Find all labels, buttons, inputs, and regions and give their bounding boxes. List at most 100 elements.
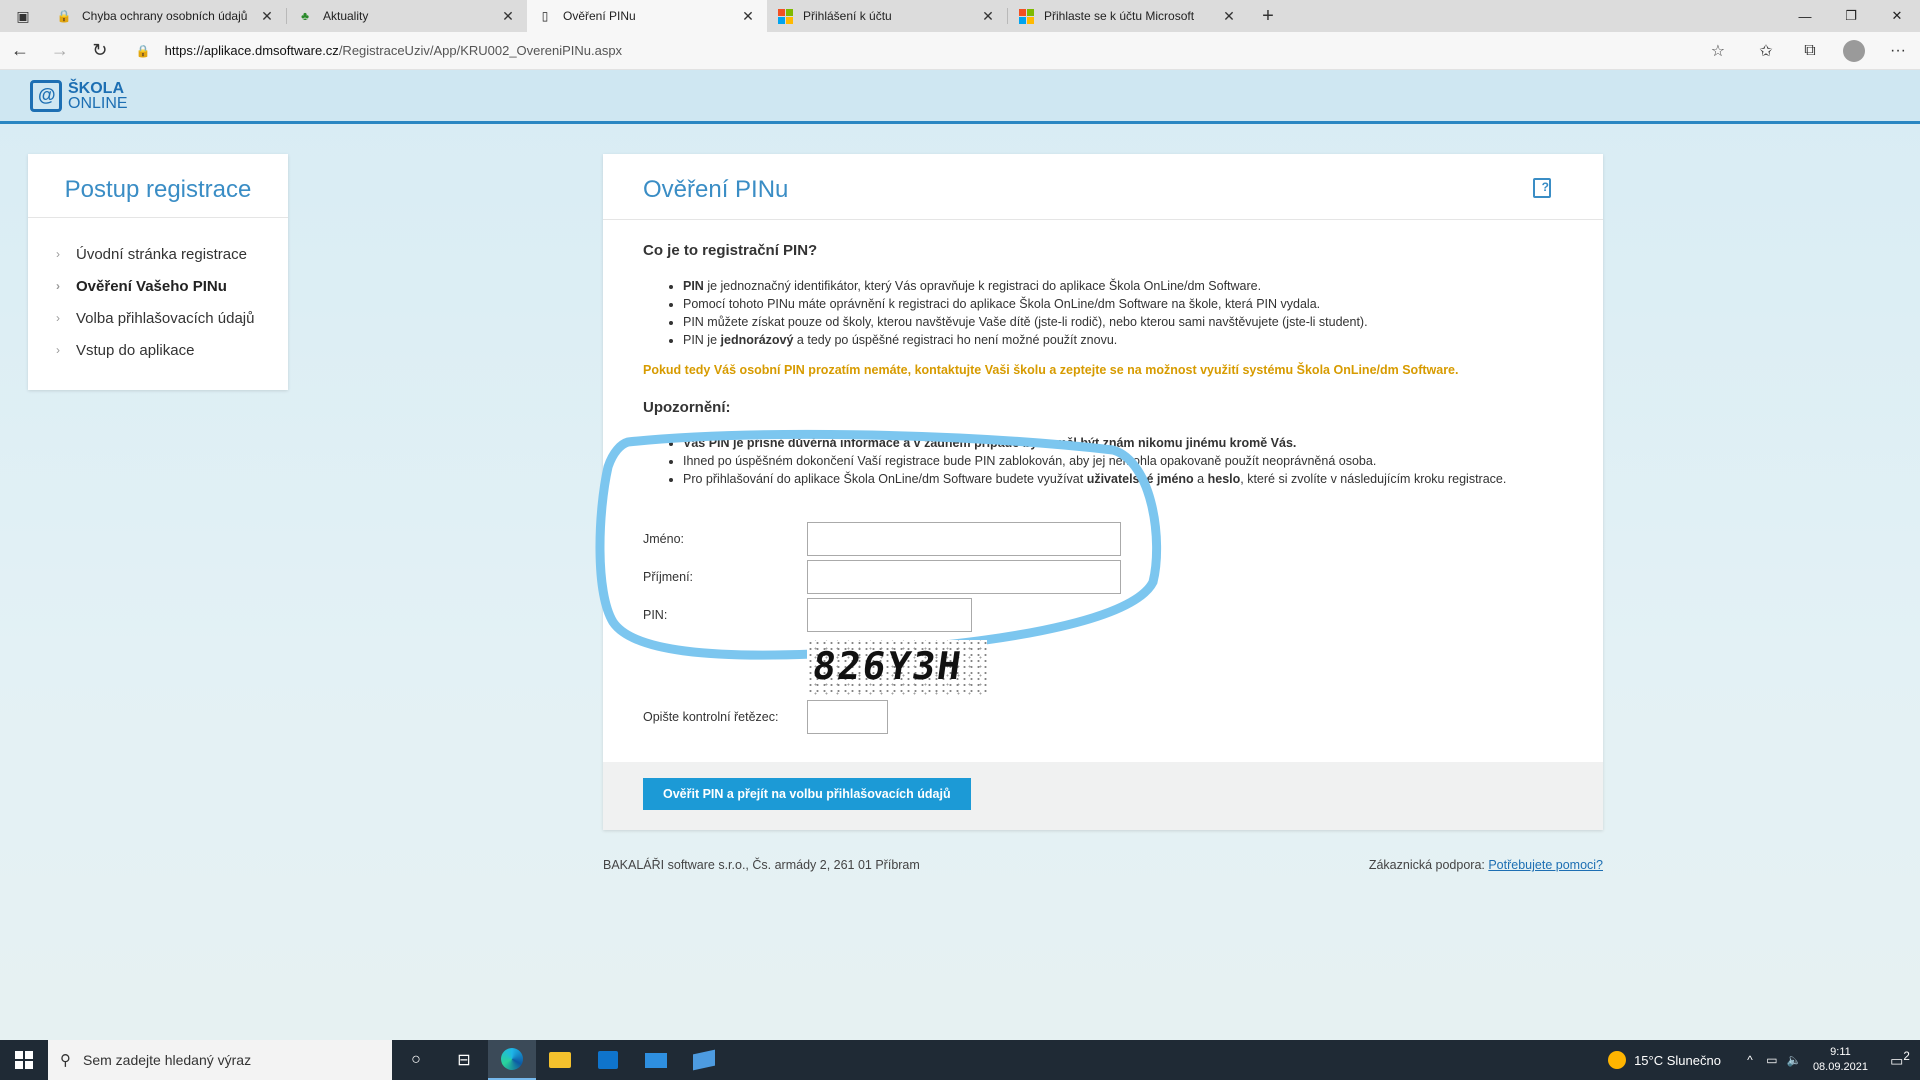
minimize-icon[interactable]: — xyxy=(1782,0,1828,32)
company-address: BAKALÁŘI software s.r.o., Čs. armády 2, … xyxy=(603,858,920,872)
task-view-icon[interactable]: ⊟ xyxy=(440,1040,488,1080)
weather-widget[interactable]: 15°C Slunečno xyxy=(1634,1053,1721,1068)
tab-prihlaseni[interactable]: Přihlášení k účtu ✕ xyxy=(767,0,1007,32)
step-intro: › Úvodní stránka registrace xyxy=(28,238,288,270)
logo-text: ŠKOLA ONLINE xyxy=(68,81,128,112)
chevron-up-icon[interactable]: ^ xyxy=(1739,1053,1761,1067)
tab-privacy-error[interactable]: 🔒 Chyba ochrany osobních údajů ✕ xyxy=(46,0,286,32)
windows-taskbar: ⚲ Sem zadejte hledaný výraz ○ ⊟ 15°C Slu… xyxy=(0,1040,1920,1080)
lock-icon[interactable]: 🔒 xyxy=(136,44,151,58)
app-icon xyxy=(693,1049,715,1071)
item-text: PIN je xyxy=(683,333,721,347)
clock-date: 08.09.2021 xyxy=(1812,1061,1868,1073)
search-icon: ⚲ xyxy=(60,1052,71,1069)
step-label: Vstup do aplikace xyxy=(76,341,195,359)
steps-list: › Úvodní stránka registrace › Ověření Vaše… xyxy=(28,218,288,366)
cortana-icon[interactable]: ○ xyxy=(392,1040,440,1080)
page-footer: BAKALÁŘI software s.r.o., Čs. armády 2, … xyxy=(603,858,1603,872)
last-name-field[interactable] xyxy=(807,560,1121,594)
chevron-right-icon: › xyxy=(56,343,60,357)
list-item: PIN je jednoznačný identifikátor, který … xyxy=(683,277,1563,295)
app-button[interactable] xyxy=(680,1040,728,1080)
page: ŠKOLA ONLINE Postup registrace › Úvodní s… xyxy=(0,70,1920,1040)
warning-heading: Upozornění: xyxy=(643,399,731,416)
item-text: PIN můžete získat pouze od školy, kterou… xyxy=(683,315,1368,329)
item-text: a xyxy=(1193,472,1208,486)
back-icon[interactable]: ← xyxy=(0,32,40,70)
mail-icon xyxy=(645,1052,667,1068)
item-text: je jednoznačný identifikátor, který Vás … xyxy=(703,279,1262,293)
tab-microsoft-login[interactable]: Přihlaste se k účtu Microsoft ✕ xyxy=(1008,0,1248,32)
taskbar-search[interactable]: ⚲ Sem zadejte hledaný výraz xyxy=(48,1040,392,1080)
what-is-pin-heading: Co je to registrační PIN? xyxy=(643,242,818,259)
first-name-row: Jméno: xyxy=(643,520,1143,558)
close-window-icon[interactable]: ✕ xyxy=(1874,0,1920,32)
step-pin-verification: › Ověření Vašeho PINu xyxy=(28,270,288,302)
item-text: Pomocí tohoto PINu máte oprávnění k regi… xyxy=(683,297,1321,311)
bold-text: heslo xyxy=(1207,472,1241,486)
sidebar-title: Postup registrace xyxy=(28,154,288,218)
step-label: Ověření Vašeho PINu xyxy=(76,277,227,295)
url-path: /RegistraceUziv/App/KRU002_OvereniPINu.a… xyxy=(338,43,623,58)
restore-icon[interactable]: ❐ xyxy=(1828,0,1874,32)
captcha-row: Opište kontrolní řetězec: xyxy=(643,698,1143,736)
tab-title: Přihlášení k účtu xyxy=(803,9,892,23)
new-tab-icon[interactable]: + xyxy=(1248,0,1288,32)
file-explorer-button[interactable] xyxy=(536,1040,584,1080)
notifications-icon[interactable]: ▭2 xyxy=(1880,1050,1920,1070)
chevron-right-icon: › xyxy=(56,247,60,261)
pin-field[interactable] xyxy=(807,598,972,632)
start-button[interactable] xyxy=(0,1040,48,1080)
last-name-row: Příjmení: xyxy=(643,558,1143,596)
close-tab-icon[interactable]: ✕ xyxy=(1220,8,1238,25)
favorites-icon[interactable]: ✩ xyxy=(1744,40,1788,62)
verify-pin-button[interactable]: Ověřit PIN a přejít na volbu přihlašovac… xyxy=(643,778,971,810)
captcha-label: Opište kontrolní řetězec: xyxy=(643,710,779,724)
site-header: ŠKOLA ONLINE xyxy=(0,70,1920,124)
tab-title: Ověření PINu xyxy=(563,9,636,23)
skola-online-logo[interactable]: ŠKOLA ONLINE xyxy=(30,80,128,112)
network-icon[interactable]: ▭ xyxy=(1761,1053,1783,1067)
profile-icon[interactable] xyxy=(1832,39,1876,62)
add-favorite-icon[interactable]: ☆ xyxy=(1700,41,1736,61)
browser-toolbar: ← → ↻ 🔒 https://aplikace.dmsoftware.cz /… xyxy=(0,32,1920,70)
support-link[interactable]: Potřebujete pomoci? xyxy=(1488,858,1603,872)
registration-steps-panel: Postup registrace › Úvodní stránka regist… xyxy=(28,154,288,390)
privacy-error-icon: 🔒 xyxy=(56,9,72,23)
system-tray: 15°C Slunečno ^ ▭ 🔈 9:11 08.09.2021 ▭2 xyxy=(1608,1045,1920,1075)
store-icon xyxy=(598,1051,618,1069)
volume-icon[interactable]: 🔈 xyxy=(1783,1053,1805,1067)
edge-taskbar-button[interactable] xyxy=(488,1040,536,1080)
close-tab-icon[interactable]: ✕ xyxy=(979,8,997,25)
tab-aktuality[interactable]: ♣ Aktuality ✕ xyxy=(287,0,527,32)
close-tab-icon[interactable]: ✕ xyxy=(739,8,757,25)
address-bar[interactable]: 🔒 https://aplikace.dmsoftware.cz /Regist… xyxy=(120,36,1700,66)
item-text: a tedy po úspěšné registraci ho není mož… xyxy=(793,333,1118,347)
close-tab-icon[interactable]: ✕ xyxy=(499,8,517,25)
bold-text: PIN xyxy=(683,279,704,293)
pin-row: PIN: xyxy=(643,596,1143,634)
tab-overeni-pinu[interactable]: ▯ Ověření PINu ✕ xyxy=(527,0,767,32)
more-options-icon[interactable]: ··· xyxy=(1876,40,1920,62)
pin-label: PIN: xyxy=(643,608,668,622)
store-button[interactable] xyxy=(584,1040,632,1080)
refresh-icon[interactable]: ↻ xyxy=(80,32,120,70)
toolbar-icons: ✩ ⧉ ··· xyxy=(1744,39,1920,62)
list-item: PIN můžete získat pouze od školy, kterou… xyxy=(683,313,1563,331)
clock[interactable]: 9:11 08.09.2021 xyxy=(1813,1045,1868,1075)
chevron-right-icon: › xyxy=(56,311,60,325)
first-name-field[interactable] xyxy=(807,522,1121,556)
microsoft-icon xyxy=(1018,8,1034,24)
first-name-label: Jméno: xyxy=(643,532,684,546)
forward-icon[interactable]: → xyxy=(40,32,80,70)
list-item: Pomocí tohoto PINu máte oprávnění k regi… xyxy=(683,295,1563,313)
panel-header: Ověření PINu ? xyxy=(603,154,1603,220)
tab-actions-icon[interactable]: ▣ xyxy=(0,0,46,32)
close-tab-icon[interactable]: ✕ xyxy=(258,8,276,25)
help-icon[interactable]: ? xyxy=(1533,178,1551,198)
collections-icon[interactable]: ⧉ xyxy=(1788,40,1832,62)
list-item: PIN je jednorázový a tedy po úspěšné reg… xyxy=(683,331,1563,349)
item-text: , které si zvolíte v následujícím kroku … xyxy=(1240,472,1507,486)
mail-button[interactable] xyxy=(632,1040,680,1080)
captcha-field[interactable] xyxy=(807,700,888,734)
